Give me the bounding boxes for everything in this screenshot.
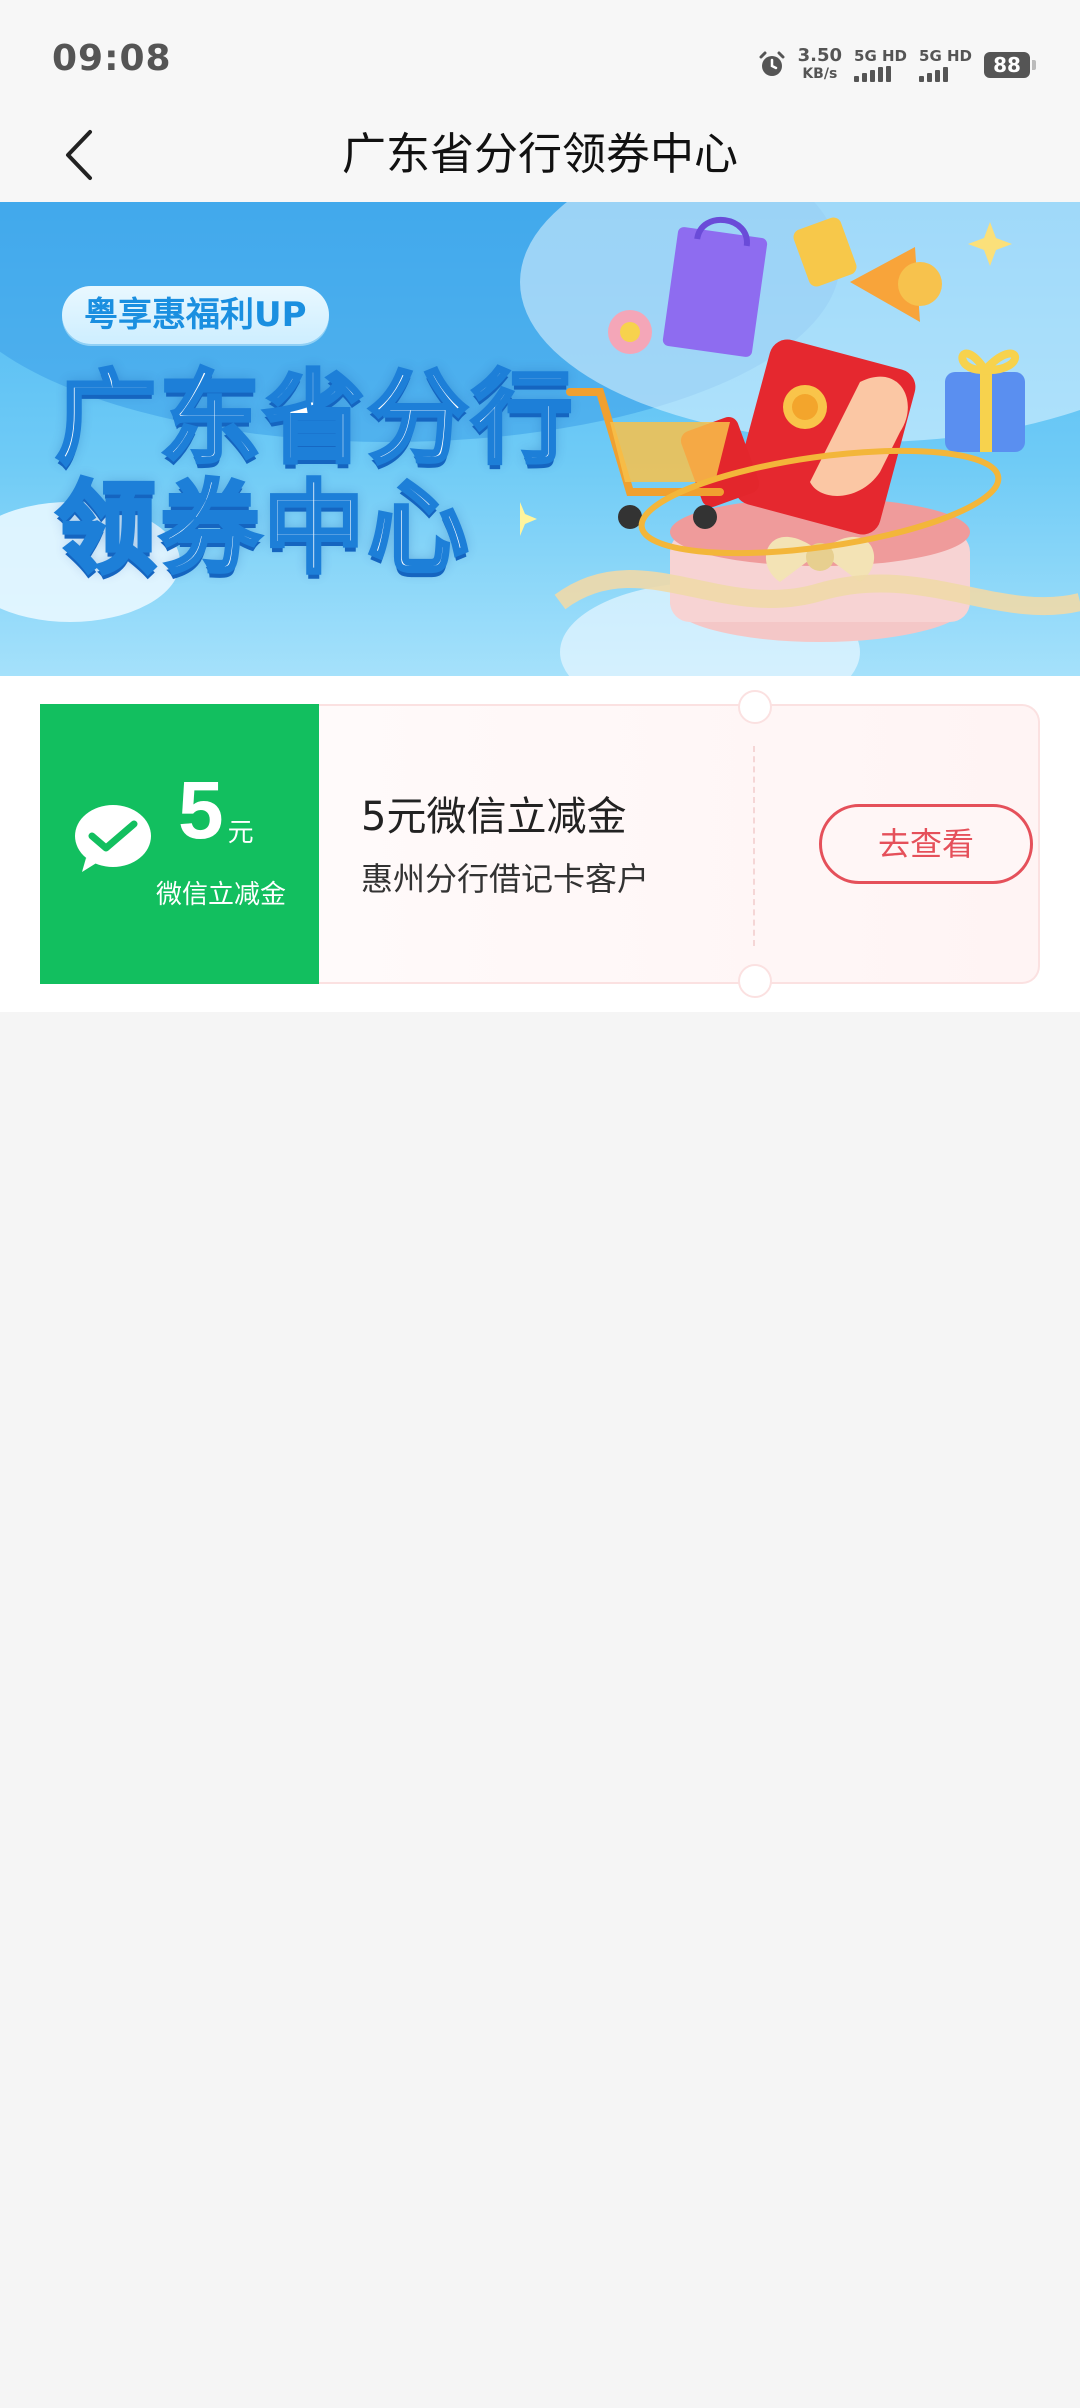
banner-title-line2: 领券中心 [54,470,472,587]
coupon-list: 5 元 微信立减金 5元微信立减金 惠州分行借记卡客户 去查看 [0,676,1080,1012]
network-speed-unit: KB/s [802,66,838,82]
network-speed-value: 3.50 [797,45,843,66]
status-bar: 09:08 3.50 KB/s 5G HD 5G HD 88 [0,0,1080,110]
coupon-amount: 5 元 [178,770,254,852]
page-title: 广东省分行领券中心 [342,129,738,180]
coupon-title: 5元微信立减金 [361,794,627,840]
battery-icon: 88 [984,52,1036,78]
ticket-notch [738,964,772,998]
coupon-value-panel: 5 元 微信立减金 [40,704,319,984]
banner-title-line1: 广东省分行 [54,360,576,477]
coupon-amount-value: 5 [178,765,224,856]
promo-banner[interactable]: 粤享惠福利UP 广东省分行 领券中心 [0,202,1080,676]
sim1-signal-label: 5G HD [854,47,908,65]
wechat-icon [72,802,154,880]
status-indicators: 3.50 KB/s 5G HD 5G HD 88 [758,40,1036,90]
coupon-amount-unit: 元 [227,818,254,848]
signal-bars-icon [919,66,949,82]
view-coupon-button[interactable]: 去查看 [819,804,1033,884]
coupon-detail-panel: 5元微信立减金 惠州分行借记卡客户 去查看 [319,690,1040,998]
dashed-divider [753,746,755,946]
sim2-signal: 5G HD [919,48,972,82]
ticket-notch [738,690,772,724]
status-time: 09:08 [52,38,172,79]
sim2-signal-label: 5G HD [919,47,972,65]
coupon-description: 惠州分行借记卡客户 [361,860,650,898]
banner-illustration [520,216,1080,642]
network-speed: 3.50 KB/s [798,47,842,83]
coupon-amount-label: 微信立减金 [156,880,287,910]
sim1-signal: 5G HD [854,48,907,82]
signal-bars-icon [854,66,892,82]
coupon-card[interactable]: 5 元 微信立减金 5元微信立减金 惠州分行借记卡客户 去查看 [40,690,1040,998]
battery-level: 88 [993,53,1021,77]
page: 09:08 3.50 KB/s 5G HD 5G HD 88 广东省分行领券中心… [0,0,1080,2408]
nav-bar: 广东省分行领券中心 [0,110,1080,202]
alarm-icon [758,51,786,79]
banner-tag: 粤享惠福利UP [62,286,329,344]
